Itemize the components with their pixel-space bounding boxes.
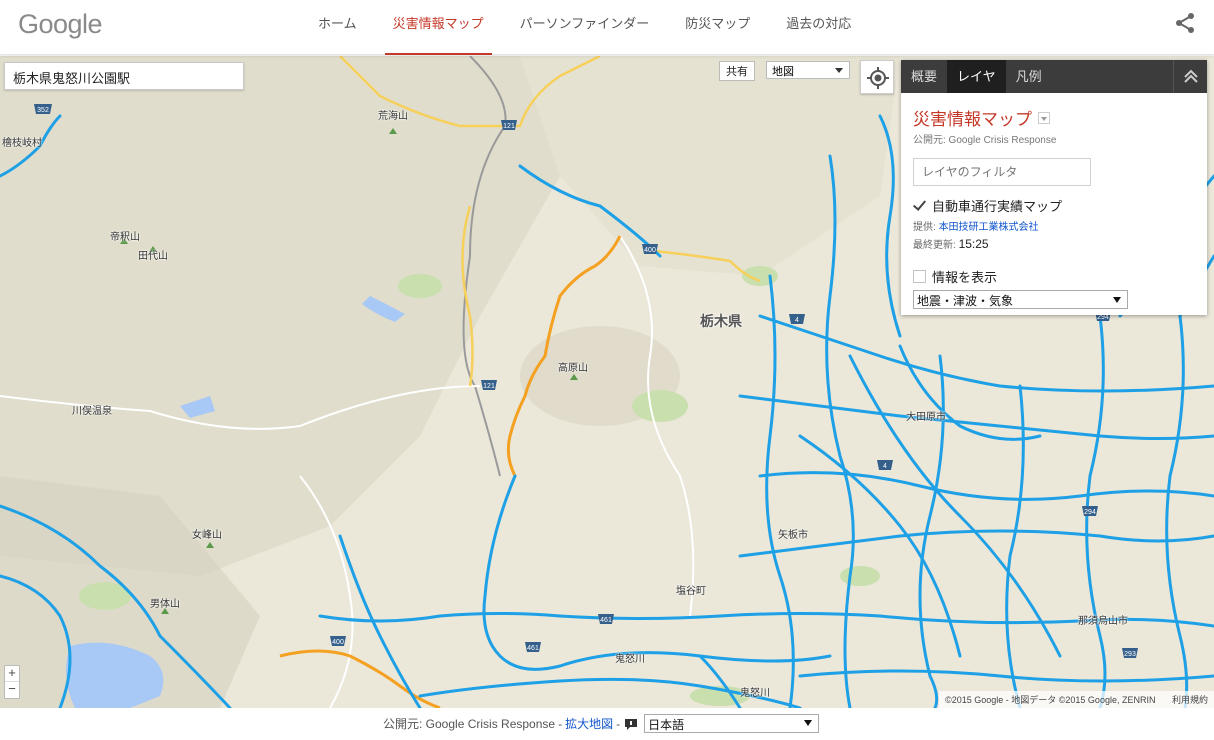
map-title-text: 災害情報マップ [913, 110, 1032, 129]
route-shield: 294 [1084, 509, 1096, 516]
map-title: 災害情報マップ [913, 105, 1195, 130]
place-label: 大田原市 [906, 412, 946, 423]
map-type-value: 地図 [772, 66, 794, 78]
speech-bubble-icon [625, 718, 638, 730]
tab-layers[interactable]: レイヤ [947, 60, 1006, 93]
traffic-layer-label: 自動車通行実績マップ [932, 199, 1063, 214]
zoom-in-button[interactable]: + [5, 666, 19, 682]
language-value: 日本語 [648, 718, 685, 732]
nav-person-finder[interactable]: パーソンファインダー [502, 0, 668, 55]
route-shield: 4 [883, 463, 887, 470]
main-nav: ホーム 災害情報マップ パーソンファインダー 防災マップ 過去の対応 [300, 0, 869, 55]
route-shield: 400 [644, 247, 656, 254]
route-shield: 352 [37, 107, 49, 114]
route-shield: 461 [600, 617, 612, 624]
zoom-out-button[interactable]: − [5, 682, 19, 698]
google-logo[interactable]: Google [18, 9, 103, 40]
place-label: 高原山 [558, 363, 588, 374]
nav-past-responses[interactable]: 過去の対応 [768, 0, 869, 55]
prefecture-label: 栃木県 [700, 313, 742, 329]
layer-provider: 提供: 本田技研工業株式会社 [913, 218, 1195, 233]
share-map-button[interactable]: 共有 [719, 61, 755, 81]
layer-filter-input[interactable] [913, 158, 1091, 186]
share-icon[interactable] [1174, 12, 1196, 34]
crosshair-icon [867, 67, 889, 89]
route-shield: 121 [503, 123, 515, 130]
footer-content: 公開元: Google Crisis Response - 拡大地図 - 日本語 [383, 714, 820, 733]
chevron-down-icon [804, 720, 813, 726]
tab-legend[interactable]: 凡例 [1006, 60, 1052, 93]
route-shield: 400 [332, 639, 344, 646]
place-label: 荒海山 [378, 111, 408, 122]
location-search-input[interactable]: 栃木県鬼怒川公園駅 [4, 62, 244, 90]
place-label: 女峰山 [192, 530, 222, 541]
info-category-select[interactable]: 地震・津波・気象 [913, 290, 1128, 309]
place-label: 矢板市 [778, 530, 808, 541]
traffic-layer-checkbox[interactable] [913, 199, 926, 212]
place-label: 那須烏山市 [1078, 616, 1128, 627]
zoom-control: + − [4, 665, 20, 699]
info-layer-checkbox[interactable] [913, 270, 926, 283]
place-label: 帝釈山 [110, 232, 140, 243]
nav-disaster-map[interactable]: 災害情報マップ [375, 0, 502, 55]
top-header: Google ホーム 災害情報マップ パーソンファインダー 防災マップ 過去の対… [0, 0, 1214, 55]
language-select[interactable]: 日本語 [644, 714, 820, 733]
nav-bousai-map[interactable]: 防災マップ [667, 0, 768, 55]
layer-updated: 最終更新: 15:25 [913, 236, 1195, 251]
route-shield: 293 [1124, 651, 1136, 658]
title-dropdown-icon[interactable] [1038, 111, 1050, 124]
info-category-value: 地震・津波・気象 [917, 294, 1014, 308]
provider-label: 提供: [913, 222, 936, 233]
info-layer-label: 情報を表示 [932, 270, 998, 285]
map-attribution: ©2015 Google - 地図データ ©2015 Google, ZENRI… [939, 691, 1214, 708]
updated-label: 最終更新: [913, 240, 956, 251]
layer-item-traffic: 自動車通行実績マップ [913, 196, 1195, 215]
chevron-down-icon [1113, 297, 1121, 303]
collapse-panel-button[interactable] [1173, 60, 1207, 93]
chevron-up-icon [1184, 69, 1198, 83]
place-label: 川俣温泉 [72, 406, 112, 417]
attribution-text: ©2015 Google - 地図データ ©2015 Google, ZENRI… [945, 695, 1156, 705]
place-label: 檜枝岐村 [2, 138, 42, 149]
route-shield: 4 [795, 317, 799, 324]
publisher-text: 公開元: Google Crisis Response [913, 135, 1057, 146]
place-label: 塩谷町 [676, 586, 706, 597]
panel-body: 災害情報マップ 公開元: Google Crisis Response 自動車通… [901, 93, 1207, 321]
footer: 公開元: Google Crisis Response - 拡大地図 - 日本語 [0, 708, 1214, 740]
provider-link[interactable]: 本田技研工業株式会社 [939, 222, 1039, 233]
panel-tabs: 概要 レイヤ 凡例 [901, 60, 1207, 93]
nav-home[interactable]: ホーム [300, 0, 375, 55]
updated-time: 15:25 [958, 237, 989, 251]
route-shield: 461 [527, 645, 539, 652]
footer-separator: - [558, 716, 563, 731]
footer-separator: - [616, 716, 621, 731]
route-shield: 121 [483, 383, 495, 390]
river-label: 鬼怒川 [615, 654, 645, 665]
my-location-button[interactable] [860, 60, 894, 94]
map-canvas[interactable]: 352 121 121 400 400 461 461 4 4 294 294 … [0, 56, 1214, 708]
river-label: 鬼怒川 [740, 688, 770, 699]
chevron-down-icon [835, 68, 843, 73]
enlarge-map-link[interactable]: 拡大地図 [565, 715, 613, 732]
map-type-select[interactable]: 地図 [766, 61, 850, 79]
place-label: 男体山 [150, 599, 180, 610]
footer-publisher: 公開元: Google Crisis Response [383, 717, 556, 731]
terms-link[interactable]: 利用規約 [1172, 695, 1208, 705]
tab-overview[interactable]: 概要 [901, 60, 947, 93]
place-label: 田代山 [138, 251, 168, 262]
layer-item-info: 情報を表示 [913, 267, 1195, 286]
layer-panel: 概要 レイヤ 凡例 災害情報マップ 公開元: Google Crisis Res… [901, 60, 1207, 315]
